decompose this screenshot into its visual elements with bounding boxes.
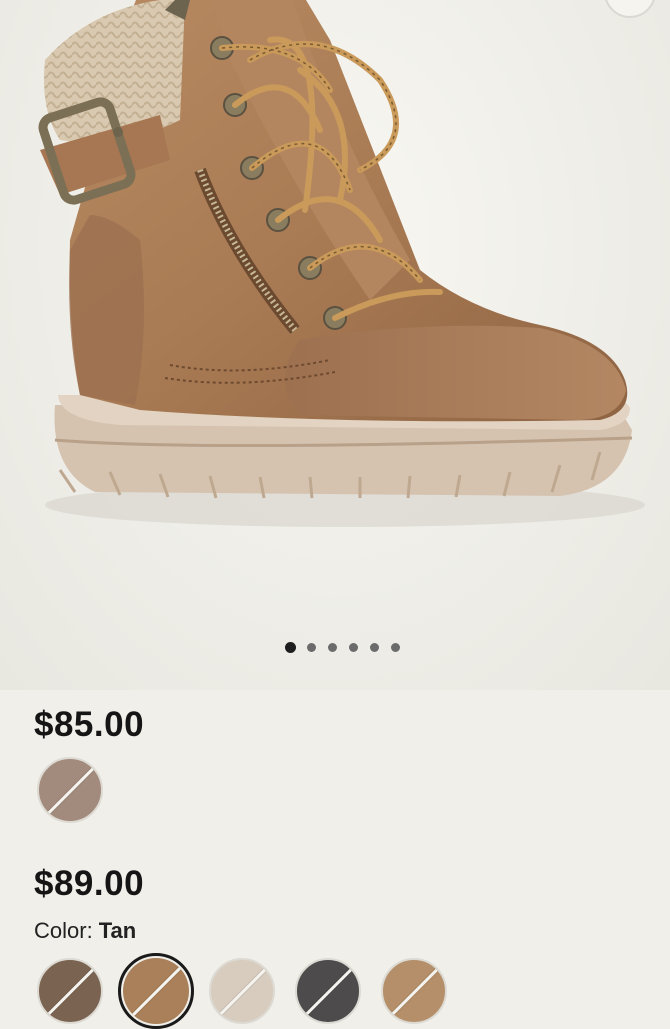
- color-swatch-dark-brown[interactable]: [37, 958, 103, 1024]
- swatch-divider: [42, 965, 98, 1020]
- swatch-divider: [214, 965, 270, 1020]
- carousel-dot[interactable]: [391, 643, 400, 652]
- color-swatch-tan[interactable]: [123, 958, 189, 1024]
- carousel-dot[interactable]: [286, 643, 295, 652]
- carousel-indicator: [0, 643, 670, 652]
- color-swatch-camel[interactable]: [381, 958, 447, 1024]
- carousel-dot[interactable]: [307, 643, 316, 652]
- swatch-divider: [126, 963, 186, 1022]
- color-swatch-cream[interactable]: [209, 958, 275, 1024]
- selected-color-value: Tan: [98, 918, 137, 943]
- carousel-dot[interactable]: [370, 643, 379, 652]
- product-image[interactable]: [0, 0, 670, 690]
- carousel-dot[interactable]: [328, 643, 337, 652]
- price-primary: $85.00: [34, 705, 145, 744]
- swatch-divider: [386, 965, 442, 1020]
- color-selection-label: Color: Tan: [34, 918, 136, 944]
- boot-illustration: [38, 0, 645, 527]
- color-swatch-taupe[interactable]: [37, 757, 103, 823]
- price-secondary: $89.00: [34, 864, 145, 903]
- swatch-divider: [300, 965, 356, 1020]
- color-label: Color:: [34, 918, 93, 943]
- color-swatch-charcoal[interactable]: [295, 958, 361, 1024]
- carousel-dot[interactable]: [349, 643, 358, 652]
- swatch-divider: [42, 764, 98, 819]
